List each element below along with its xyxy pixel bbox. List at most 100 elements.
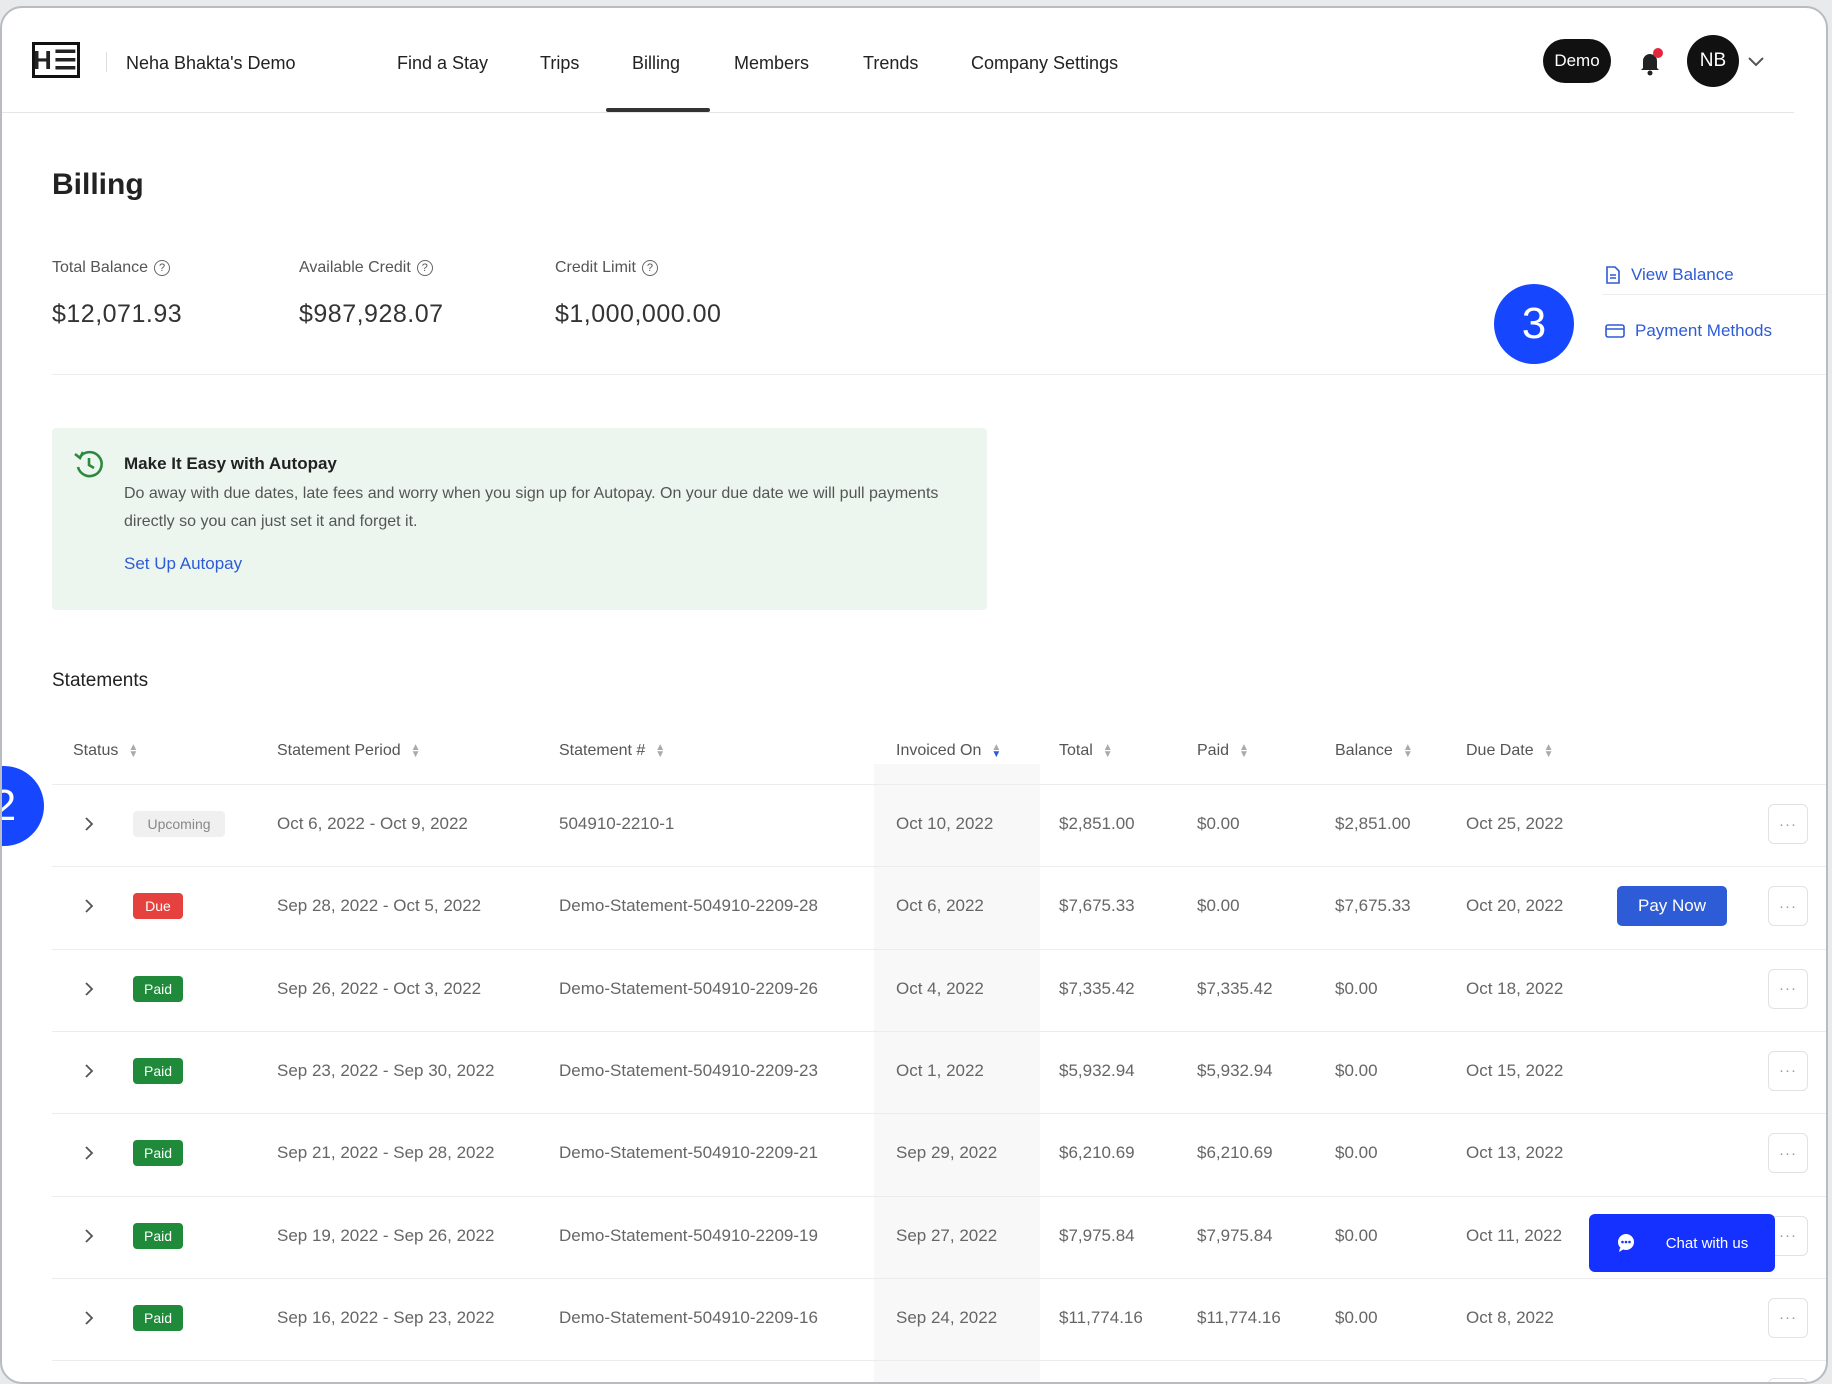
total-balance-label: Total Balance ? [52,259,171,277]
statements-heading: Statements [52,670,149,691]
more-button-partial[interactable] [1768,1378,1808,1382]
cell-due: Oct 13, 2022 [1466,1143,1564,1163]
chat-bubble-icon [1617,1234,1634,1252]
column-header-statement-period[interactable]: Statement Period ▲ ▼ [277,742,421,760]
row-divider [52,1195,1826,1197]
row-divider [52,1277,1826,1279]
callout-marker-3: 3 [1494,284,1574,364]
column-header-label: Total [1059,742,1093,759]
row-more-actions-button[interactable]: ··· [1768,1050,1808,1091]
nav-billing[interactable]: Billing [632,53,680,74]
set-up-autopay-link[interactable]: Set Up Autopay [124,554,242,574]
expand-row-chevron-icon[interactable] [82,980,96,996]
brand-logo[interactable]: H☰ [32,42,80,78]
cell-invoiced: Oct 10, 2022 [896,814,994,833]
cell-due: Oct 8, 2022 [1466,1307,1554,1327]
column-header-label: Statement Period [277,742,401,759]
chat-label: Chat with us [1665,1234,1749,1252]
cell-total: $11,774.16 [1059,1307,1143,1327]
column-header-label: Balance [1335,742,1393,759]
column-header-total[interactable]: Total ▲ ▼ [1059,742,1113,760]
row-more-actions-button[interactable]: ··· [1768,968,1808,1009]
expand-row-chevron-icon[interactable] [82,1227,96,1243]
column-header-label: Statement # [559,742,646,759]
row-divider [52,784,1826,785]
cell-total: $5,932.94 [1059,1060,1135,1080]
cell-invoiced: Sep 27, 2022 [896,1225,998,1245]
sort-icon: ▲ ▼ [410,742,421,760]
row-divider [52,1030,1826,1032]
cell-total: $7,975.84 [1059,1225,1135,1245]
nav-members[interactable]: Members [734,53,809,74]
sort-icon: ▲ ▼ [1102,742,1113,760]
app-window: H☰ Neha Bhakta's Demo Find a Stay Trips … [0,6,1828,1384]
row-divider [52,1360,1826,1362]
credit-limit-value: $1,000,000.00 [555,300,722,328]
row-more-actions-button[interactable]: ··· [1768,886,1808,927]
status-badge: Paid [133,1304,183,1331]
view-balance-link[interactable]: View Balance [1605,265,1734,285]
cell-total: $6,210.69 [1059,1143,1135,1163]
row-more-actions-button[interactable]: ··· [1768,1297,1808,1338]
chevron-down-icon[interactable] [1746,52,1766,70]
status-badge: Paid [133,1140,183,1167]
payment-methods-link[interactable]: Payment Methods [1605,321,1772,341]
column-header-statement-number[interactable]: Statement # ▲ ▼ [559,742,665,760]
column-header-label: Due Date [1466,742,1534,759]
cell-period: Sep 26, 2022 - Oct 3, 2022 [277,978,482,998]
user-avatar[interactable]: NB [1687,35,1739,87]
nav-trends[interactable]: Trends [863,53,918,74]
cell-number: 504910-2210-1 [559,814,675,833]
autopay-title: Make It Easy with Autopay [124,454,337,473]
column-header-due-date[interactable]: Due Date ▲ ▼ [1466,742,1554,760]
nav-company-settings[interactable]: Company Settings [971,53,1118,74]
sort-icon: ▲ ▼ [128,742,139,760]
row-divider [52,866,1826,868]
cell-period: Oct 6, 2022 - Oct 9, 2022 [277,814,468,833]
nav-trips[interactable]: Trips [540,53,579,74]
row-more-actions-button[interactable]: ··· [1768,1133,1808,1174]
cell-paid: $5,932.94 [1197,1060,1273,1080]
expand-row-chevron-icon[interactable] [82,1144,96,1160]
cell-balance: $0.00 [1335,1225,1378,1245]
status-badge: Paid [133,1057,183,1084]
cell-balance: $0.00 [1335,1307,1378,1327]
cell-paid: $6,210.69 [1197,1143,1273,1163]
column-header-paid[interactable]: Paid ▲ ▼ [1197,742,1249,760]
demo-badge[interactable]: Demo [1543,39,1611,83]
cell-total: $2,851.00 [1059,814,1135,833]
cell-due: Oct 18, 2022 [1466,978,1564,998]
expand-row-chevron-icon[interactable] [82,897,96,913]
cell-balance: $0.00 [1335,1143,1378,1163]
cell-invoiced: Sep 24, 2022 [896,1307,998,1327]
status-badge: Due [133,893,183,920]
row-divider [52,1113,1826,1115]
view-balance-label: View Balance [1631,265,1734,284]
total-balance-value: $12,071.93 [52,300,183,328]
cell-invoiced: Oct 4, 2022 [896,978,984,998]
cell-period: Sep 23, 2022 - Sep 30, 2022 [277,1060,495,1080]
expand-row-chevron-icon[interactable] [82,1309,96,1325]
cell-number: Demo-Statement-504910-2209-19 [559,1225,818,1245]
help-icon[interactable]: ? [416,260,433,276]
column-header-status[interactable]: Status ▲ ▼ [73,742,138,760]
row-more-actions-button[interactable]: ··· [1768,804,1808,844]
sort-icon: ▲ ▼ [655,742,666,760]
column-header-invoiced-on[interactable]: Invoiced On ▲ ▼ [896,742,1001,760]
help-icon[interactable]: ? [641,260,658,276]
expand-row-chevron-icon[interactable] [82,1062,96,1078]
chat-with-us-button[interactable]: Chat with us [1589,1214,1775,1272]
column-header-label: Paid [1197,742,1230,759]
cell-invoiced: Sep 29, 2022 [896,1143,998,1163]
expand-row-chevron-icon[interactable] [82,815,96,831]
cell-due: Oct 11, 2022 [1466,1225,1563,1245]
help-icon[interactable]: ? [154,260,171,276]
column-header-balance[interactable]: Balance ▲ ▼ [1335,742,1413,760]
pay-now-button[interactable]: Pay Now [1617,886,1727,926]
document-icon [1606,266,1620,284]
callout-marker-2: 2 [2,766,44,846]
company-name: Neha Bhakta's Demo [126,53,296,73]
nav-find-a-stay[interactable]: Find a Stay [397,53,488,74]
credit-limit-label: Credit Limit ? [555,259,658,277]
notification-bell-icon[interactable] [1638,48,1664,78]
